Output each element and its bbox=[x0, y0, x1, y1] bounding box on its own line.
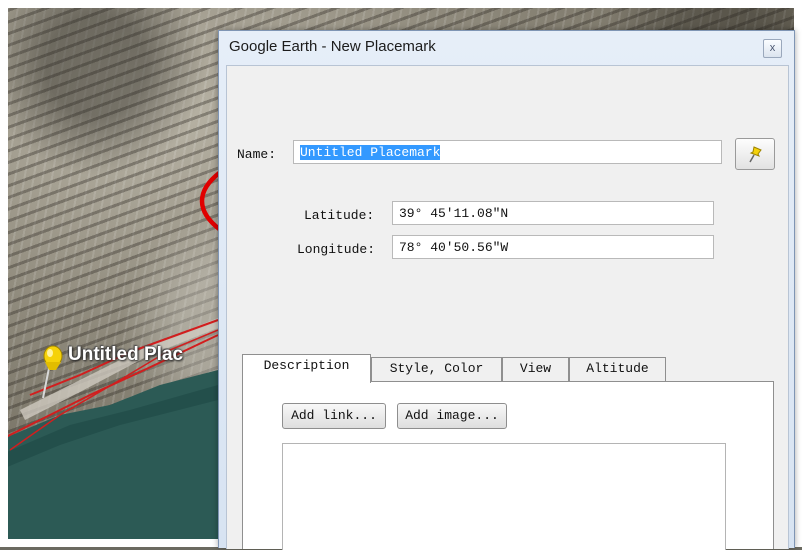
longitude-input[interactable]: 78° 40′50.56″W bbox=[392, 235, 714, 259]
placemark-icon-button[interactable] bbox=[735, 138, 775, 170]
tab-view[interactable]: View bbox=[502, 357, 569, 381]
dialog-body: Name: Untitled Placemark Latitude: 39° 4… bbox=[226, 65, 789, 550]
new-placemark-dialog: Google Earth - New Placemark x Name: Unt… bbox=[218, 30, 795, 550]
yellow-pushpin-icon[interactable] bbox=[38, 342, 68, 402]
tab-altitude[interactable]: Altitude bbox=[569, 357, 666, 381]
longitude-label: Longitude: bbox=[297, 242, 376, 257]
tab-style-color[interactable]: Style, Color bbox=[371, 357, 502, 381]
placemark-label[interactable]: Untitled Plac bbox=[68, 344, 183, 366]
latitude-input[interactable]: 39° 45′11.08″N bbox=[392, 201, 714, 225]
tab-description[interactable]: Description bbox=[242, 354, 371, 383]
name-input[interactable]: Untitled Placemark bbox=[293, 140, 722, 164]
name-label: Name: bbox=[237, 147, 277, 162]
add-image-button[interactable]: Add image... bbox=[397, 403, 507, 429]
dialog-title: Google Earth - New Placemark bbox=[229, 38, 436, 55]
description-textarea[interactable] bbox=[282, 443, 726, 550]
close-button[interactable]: x bbox=[763, 39, 782, 58]
add-link-button[interactable]: Add link... bbox=[282, 403, 386, 429]
dialog-titlebar[interactable]: Google Earth - New Placemark x bbox=[219, 31, 794, 65]
latitude-label: Latitude: bbox=[304, 208, 375, 223]
pushpin-icon bbox=[749, 146, 762, 163]
description-tab-panel: Add link... Add image... bbox=[242, 381, 774, 550]
name-input-value: Untitled Placemark bbox=[300, 145, 441, 160]
